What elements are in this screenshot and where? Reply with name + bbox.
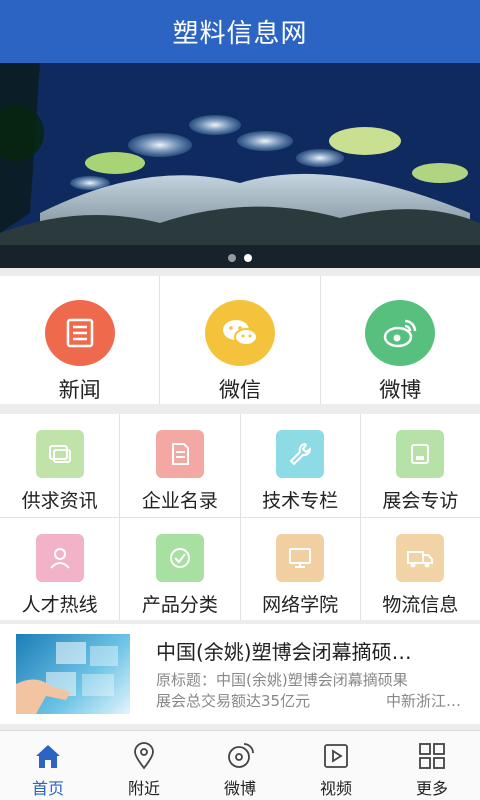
truck-icon — [396, 533, 445, 582]
grid-item-talent[interactable]: 人才热线 — [0, 517, 120, 620]
wechat-entry[interactable]: 微信 — [160, 276, 321, 404]
news-thumbnail — [16, 634, 130, 714]
chat-icon — [35, 430, 84, 478]
tab-label: 更多 — [415, 779, 448, 798]
check-circle-icon — [155, 533, 204, 582]
grid-item-label: 网络学院 — [262, 593, 339, 616]
tab-label: 微博 — [223, 779, 256, 798]
weibo-icon — [228, 743, 254, 768]
grid-item-label: 展会专访 — [382, 490, 459, 512]
grid-item-directory[interactable]: 企业名录 — [120, 414, 240, 517]
wechat-label: 微信 — [218, 378, 261, 402]
news-source: 中新浙江… — [385, 692, 461, 710]
monitor-icon — [276, 533, 325, 582]
bottom-tab-bar: 首页 附近 微博 视频 更多 — [0, 730, 480, 800]
grid-item-label: 企业名录 — [141, 490, 218, 512]
location-icon — [134, 742, 154, 770]
tab-label: 首页 — [31, 779, 64, 798]
tab-home[interactable]: 首页 — [0, 731, 96, 800]
home-icon — [36, 745, 60, 768]
banner-carousel[interactable] — [0, 63, 480, 268]
grid-item-label: 供求资讯 — [21, 490, 98, 512]
grid-item-label: 人才热线 — [21, 593, 98, 616]
news-entry[interactable]: 新闻 — [0, 276, 161, 404]
page-title: 塑料信息网 — [172, 19, 308, 49]
grid-item-products[interactable]: 产品分类 — [120, 517, 240, 620]
weibo-entry[interactable]: 微博 — [321, 276, 480, 404]
weibo-label: 微博 — [379, 378, 422, 402]
grid-item-supply-demand[interactable]: 供求资讯 — [0, 414, 120, 517]
grid-item-tech[interactable]: 技术专栏 — [240, 414, 360, 517]
grid-item-exhibition[interactable]: 展会专访 — [360, 414, 480, 517]
grid-item-logistics[interactable]: 物流信息 — [360, 517, 480, 620]
carousel-dot-active[interactable] — [244, 254, 252, 262]
news-summary-line: 原标题：中国(余姚)塑博会闭幕摘硕果 — [156, 671, 408, 689]
news-icon — [44, 300, 115, 366]
weibo-icon — [365, 300, 436, 366]
person-icon — [35, 533, 84, 582]
social-section: 新闻 微信 微博 — [0, 276, 480, 404]
more-grid-icon — [419, 743, 445, 769]
banner-image — [0, 63, 480, 268]
tab-video[interactable]: 视频 — [288, 731, 384, 800]
tab-label: 视频 — [319, 779, 352, 798]
wechat-icon — [204, 300, 275, 366]
grid-item-label: 产品分类 — [141, 593, 218, 616]
news-label: 新闻 — [58, 378, 101, 402]
news-summary: 原标题：中国(余姚)塑博会闭幕摘硕果 展会总交易额达35亿元 中新浙江… — [156, 670, 461, 712]
grid-item-label: 物流信息 — [382, 593, 459, 616]
category-grid: 供求资讯 企业名录 技术专栏 展会专访 人才热线 产品分类 网络学院 物流信息 — [0, 414, 480, 620]
news-title: 中国(余姚)塑博会闭幕摘硕… — [156, 640, 412, 664]
tab-nearby[interactable]: 附近 — [96, 731, 192, 800]
grid-item-label: 技术专栏 — [262, 490, 339, 512]
tab-more[interactable]: 更多 — [384, 731, 480, 800]
carousel-dot[interactable] — [228, 254, 236, 262]
document-icon — [155, 430, 204, 478]
wrench-icon — [276, 430, 325, 478]
grid-item-academy[interactable]: 网络学院 — [240, 517, 360, 620]
video-icon — [324, 744, 348, 768]
tab-weibo[interactable]: 微博 — [192, 731, 288, 800]
tab-label: 附近 — [127, 779, 160, 798]
exhibition-icon — [396, 430, 445, 478]
news-summary-line: 展会总交易额达35亿元 — [156, 692, 311, 710]
news-item[interactable]: 中国(余姚)塑博会闭幕摘硕… 原标题：中国(余姚)塑博会闭幕摘硕果 展会总交易额… — [0, 624, 480, 724]
app-header: 塑料信息网 — [0, 0, 480, 63]
carousel-indicator[interactable] — [0, 254, 480, 262]
